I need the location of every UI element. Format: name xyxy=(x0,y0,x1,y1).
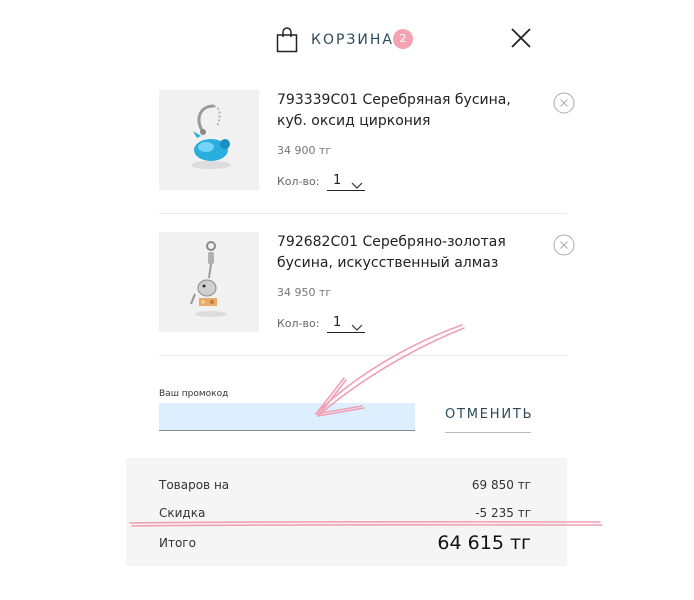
order-total-label: Итого xyxy=(159,536,196,550)
cart-item: 793339C01 Серебряная бусина, куб. оксид … xyxy=(159,90,575,210)
cart-header: КОРЗИНА 2 xyxy=(0,26,694,54)
chevron-down-icon xyxy=(351,175,363,189)
item-divider xyxy=(159,355,567,356)
product-title[interactable]: 792682C01 Серебряно-золотая бусина, иску… xyxy=(277,232,527,274)
cancel-promo-button[interactable]: ОТМЕНИТЬ xyxy=(445,406,532,433)
product-price: 34 950 тг xyxy=(277,286,332,299)
promo-code-input[interactable] xyxy=(159,403,415,431)
product-image[interactable] xyxy=(159,232,259,332)
close-icon[interactable] xyxy=(509,26,533,50)
promo-code-label: Ваш промокод xyxy=(159,389,229,399)
quantity-label: Кол-во: xyxy=(277,317,320,330)
quantity-value: 1 xyxy=(333,173,342,188)
cart-count-badge: 2 xyxy=(393,29,413,49)
discount-label: Скидка xyxy=(159,506,206,520)
quantity-label: Кол-во: xyxy=(277,175,320,188)
cart-item: 792682C01 Серебряно-золотая бусина, иску… xyxy=(159,232,575,352)
quantity-select[interactable]: 1 xyxy=(327,314,365,333)
order-total-value: 64 615 тг xyxy=(437,532,531,554)
remove-item-icon[interactable] xyxy=(553,234,575,256)
goods-total-label: Товаров на xyxy=(159,478,230,492)
order-summary: Товаров на 69 850 тг Скидка -5 235 тг Ит… xyxy=(126,458,567,566)
chevron-down-icon xyxy=(351,317,363,331)
goods-total-value: 69 850 тг xyxy=(471,478,531,492)
quantity-select[interactable]: 1 xyxy=(327,172,365,191)
product-title[interactable]: 793339C01 Серебряная бусина, куб. оксид … xyxy=(277,90,527,132)
quantity-value: 1 xyxy=(333,315,342,330)
shopping-bag-icon xyxy=(276,27,298,53)
remove-item-icon[interactable] xyxy=(553,92,575,114)
product-price: 34 900 тг xyxy=(277,144,332,157)
cart-title: КОРЗИНА xyxy=(311,32,394,48)
product-image[interactable] xyxy=(159,90,259,190)
discount-value: -5 235 тг xyxy=(475,506,531,520)
item-divider xyxy=(159,213,567,214)
